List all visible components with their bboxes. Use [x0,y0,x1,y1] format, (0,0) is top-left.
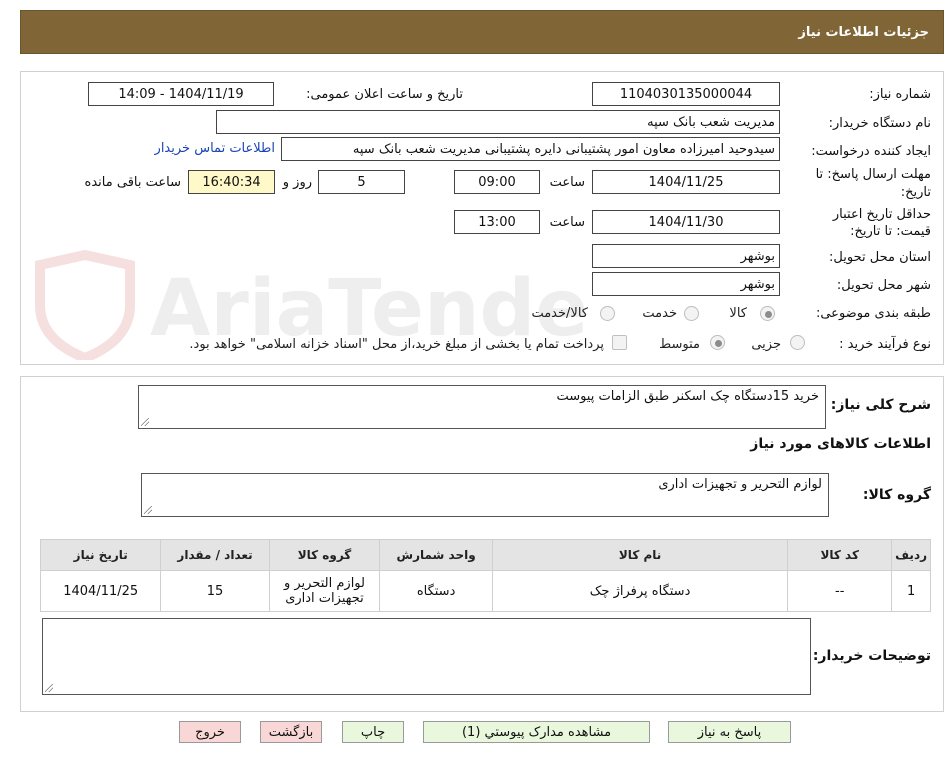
category-label: طبقه بندی موضوعی: [815,306,931,321]
page-title: جزئیات اطلاعات نیاز [798,24,929,40]
summary-label: شرح کلی نیاز: [830,397,931,413]
view-attachments-button[interactable]: مشاهده مدارک پیوستي (1) [423,721,650,743]
remaining-time-field: 16:40:34 [188,170,275,194]
category-option-goods-service: کالا/خدمت [531,306,588,321]
cell-group: لوازم التحریر و تجهیزات اداری [268,570,381,612]
creator-label: ایجاد کننده درخواست: [811,144,931,159]
col-header-index: ردیف [891,539,931,571]
cell-unit: دستگاه [379,570,493,612]
resize-grip-icon[interactable] [45,684,53,692]
cell-index: 1 [891,570,931,612]
col-header-group: گروه کالا [268,539,381,571]
days-label: روز و [282,175,312,190]
summary-text: خرید 15دستگاه چک اسکنر طبق الزامات پیوست [556,389,819,404]
col-header-qty: تعداد / مقدار [160,539,270,571]
col-header-unit: واحد شمارش [379,539,493,571]
resize-grip-icon[interactable] [141,418,149,426]
goods-table: ردیف کد کالا نام کالا واحد شمارش گروه کا… [39,539,931,612]
category-radio-goods-service[interactable] [600,306,615,321]
category-radio-service[interactable] [684,306,699,321]
process-option-minor: جزیی [751,337,781,352]
category-option-goods: کالا [729,306,747,321]
validity-time-field: 13:00 [454,210,540,234]
col-header-date: تاریخ نیاز [39,539,162,571]
deadline-time-label: ساعت [549,175,585,190]
buyer-notes-label: توضیحات خریدار: [812,648,931,664]
process-type-label: نوع فرآیند خرید : [839,337,931,352]
remaining-time-label: ساعت باقی مانده [84,175,181,190]
goods-group-text: لوازم التحریر و تجهیزات اداری [658,477,822,492]
goods-table-header: ردیف کد کالا نام کالا واحد شمارش گروه کا… [39,539,931,571]
goods-group-label: گروه کالا: [862,487,931,503]
days-remaining-field: 5 [318,170,405,194]
process-radio-minor[interactable] [790,335,805,350]
deadline-label-line1: مهلت ارسال پاسخ: تا [815,167,931,182]
announce-date-label: تاریخ و ساعت اعلان عمومی: [306,87,463,102]
buyer-contact-link[interactable]: اطلاعات تماس خریدار [155,141,275,156]
deadline-label-line2: تاریخ: [900,185,931,200]
need-number-label: شماره نیاز: [869,87,931,102]
reply-button[interactable]: پاسخ به نیاز [668,721,791,743]
validity-date-field: 1404/11/30 [592,210,780,234]
buyer-notes-textarea[interactable] [42,618,811,695]
back-button[interactable]: بازگشت [260,721,322,743]
announce-date-field: 1404/11/19 - 14:09 [88,82,274,106]
resize-grip-icon[interactable] [144,506,152,514]
category-radio-goods[interactable] [760,306,775,321]
cell-code: -- [787,570,893,612]
city-field: بوشهر [592,272,780,296]
validity-label-line2: قیمت: تا تاریخ: [850,224,931,239]
process-radio-medium[interactable] [710,335,725,350]
treasury-payment-checkbox[interactable] [612,335,627,350]
process-option-medium: متوسط [659,337,700,352]
goods-group-textarea[interactable]: لوازم التحریر و تجهیزات اداری [141,473,829,517]
col-header-name: نام کالا [491,539,789,571]
goods-info-title: اطلاعات کالاهای مورد نیاز [750,436,931,452]
treasury-payment-note: پرداخت تمام یا بخشی از مبلغ خرید،از محل … [189,337,604,352]
validity-label-line1: حداقل تاریخ اعتبار [832,207,931,222]
province-field: بوشهر [592,244,780,268]
buyer-org-field: مدیریت شعب بانک سپه [216,110,780,134]
cell-date: 1404/11/25 [39,570,162,612]
need-number-field: 1104030135000044 [592,82,780,106]
city-label: شهر محل تحویل: [836,278,931,293]
table-row: 1 -- دستگاه پرفراژ چک دستگاه لوازم التحر… [39,570,931,612]
col-header-code: کد کالا [787,539,893,571]
validity-time-label: ساعت [549,215,585,230]
deadline-date-field: 1404/11/25 [592,170,780,194]
deadline-time-field: 09:00 [454,170,540,194]
category-option-service: خدمت [642,306,677,321]
print-button[interactable]: چاپ [342,721,404,743]
buyer-org-label: نام دستگاه خریدار: [828,116,931,131]
province-label: استان محل تحویل: [829,250,931,265]
cell-name: دستگاه پرفراژ چک [491,570,789,612]
exit-button[interactable]: خروج [179,721,241,743]
page-title-bar: جزئیات اطلاعات نیاز [20,10,944,54]
cell-qty: 15 [160,570,270,612]
creator-field: سیدوحید امیرزاده معاون امور پشتیبانی دای… [281,137,780,161]
summary-textarea[interactable]: خرید 15دستگاه چک اسکنر طبق الزامات پیوست [138,385,826,429]
